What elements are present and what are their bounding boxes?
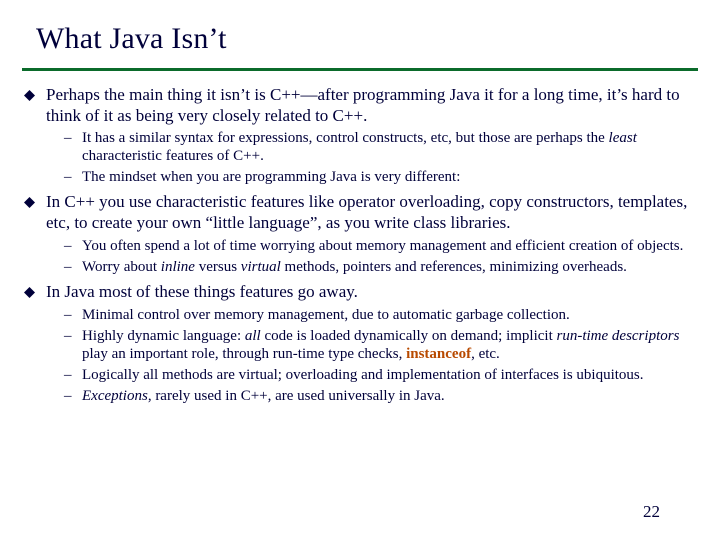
- dash-bullet-icon: –: [64, 258, 82, 276]
- dash-bullet-icon: –: [64, 366, 82, 384]
- bullet-text: The mindset when you are programming Jav…: [82, 168, 460, 186]
- bullet-text: Logically all methods are virtual; overl…: [82, 366, 644, 384]
- bullet-level2: – You often spend a lot of time worrying…: [64, 237, 698, 255]
- bullet-level2: – The mindset when you are programming J…: [64, 168, 698, 186]
- slide-title: What Java Isn’t: [22, 22, 698, 71]
- bullet-level1: Perhaps the main thing it isn’t is C++—a…: [24, 85, 698, 126]
- keyword-instanceof: instanceof: [406, 346, 471, 362]
- bullet-text: Perhaps the main thing it isn’t is C++—a…: [46, 85, 698, 126]
- slide: What Java Isn’t Perhaps the main thing i…: [0, 0, 720, 540]
- bullet-level2: – Exceptions, rarely used in C++, are us…: [64, 387, 698, 405]
- bullet-text: It has a similar syntax for expressions,…: [82, 129, 698, 165]
- bullet-text: Exceptions, rarely used in C++, are used…: [82, 387, 445, 405]
- bullet-text: Minimal control over memory management, …: [82, 306, 570, 324]
- diamond-bullet-icon: [24, 282, 46, 298]
- bullet-text: In Java most of these things features go…: [46, 282, 358, 303]
- slide-content: Perhaps the main thing it isn’t is C++—a…: [22, 85, 698, 405]
- bullet-text: You often spend a lot of time worrying a…: [82, 237, 683, 255]
- bullet-level2: – It has a similar syntax for expression…: [64, 129, 698, 165]
- bullet-text: Worry about inline versus virtual method…: [82, 258, 627, 276]
- dash-bullet-icon: –: [64, 168, 82, 186]
- dash-bullet-icon: –: [64, 237, 82, 255]
- bullet-level2: – Logically all methods are virtual; ove…: [64, 366, 698, 384]
- bullet-level2: – Worry about inline versus virtual meth…: [64, 258, 698, 276]
- page-number: 22: [643, 502, 660, 522]
- dash-bullet-icon: –: [64, 129, 82, 147]
- dash-bullet-icon: –: [64, 306, 82, 324]
- bullet-text: In C++ you use characteristic features l…: [46, 192, 698, 233]
- dash-bullet-icon: –: [64, 387, 82, 405]
- bullet-level2: – Minimal control over memory management…: [64, 306, 698, 324]
- bullet-level1: In Java most of these things features go…: [24, 282, 698, 303]
- bullet-level2: – Highly dynamic language: all code is l…: [64, 327, 698, 363]
- bullet-text: Highly dynamic language: all code is loa…: [82, 327, 698, 363]
- dash-bullet-icon: –: [64, 327, 82, 345]
- diamond-bullet-icon: [24, 85, 46, 101]
- bullet-level1: In C++ you use characteristic features l…: [24, 192, 698, 233]
- diamond-bullet-icon: [24, 192, 46, 208]
